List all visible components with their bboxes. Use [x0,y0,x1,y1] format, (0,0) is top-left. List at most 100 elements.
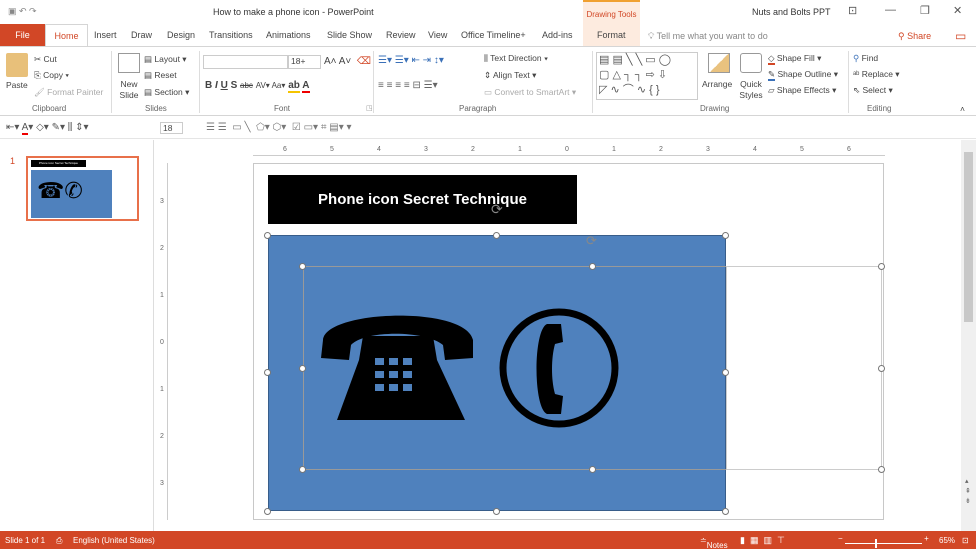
tab-home[interactable]: Home [45,24,88,46]
ruler-tick-label: 2 [160,433,164,440]
ruler-tick-label: 3 [160,198,164,205]
ruler-tick-label: 5 [330,146,334,153]
quick-styles-icon[interactable] [740,53,762,73]
resize-handle[interactable] [722,369,729,376]
shape-fill-button[interactable]: ◇ Shape Fill ▾ [768,53,821,65]
view-buttons[interactable]: ▮ ▦ ▥ ⊤ [740,535,785,546]
group-handle[interactable] [299,263,306,270]
bullets-icons[interactable]: ☰▾ ☰▾ ⇤ ⇥ ↕▾ [378,55,444,66]
tab-slide-show[interactable]: Slide Show [327,24,372,46]
tab-format[interactable]: Format [597,24,626,46]
rotate-handle-icon[interactable]: ⟳ [586,233,597,249]
zoom-slider[interactable]: − + [838,534,929,549]
title-bar: ▣ ↶ ↷ How to make a phone icon - PowerPo… [0,0,976,24]
comments-icon[interactable]: ▭ [955,29,966,43]
copy-button[interactable]: ⎘ Copy ▾ [34,70,69,81]
group-handle[interactable] [299,466,306,473]
arrange-icon[interactable] [708,53,730,73]
slide-count: Slide 1 of 1 [5,536,46,545]
resize-handle[interactable] [722,508,729,515]
replace-button[interactable]: ᵃᵇ Replace ▾ [853,69,900,80]
close-icon[interactable]: ✕ [953,4,962,17]
minimize-icon[interactable]: — [885,4,896,16]
cut-button[interactable]: ✂ Cut [34,54,57,65]
group-handle[interactable] [589,263,596,270]
resize-handle[interactable] [264,369,271,376]
tab-add-ins[interactable]: Add-ins [542,24,573,46]
convert-smartart-button[interactable]: ▭ Convert to SmartArt ▾ [484,87,576,98]
layout-label: Layout [154,54,180,64]
paste-icon[interactable] [6,53,28,77]
collapse-ribbon-icon[interactable]: ˄ [960,104,965,114]
format-painter-button[interactable]: 🖌︎ Format Painter [34,87,103,98]
language[interactable]: English (United States) [73,536,155,545]
phone-handset-circle-icon [499,308,619,428]
font-format-buttons[interactable]: B I U S abc AV▾ Aa▾ ab A [205,80,310,93]
qat-font-size[interactable]: 18 [160,122,184,134]
font-grow-shrink-icons[interactable]: A˄ A˅ ⌫ [324,56,371,67]
text-direction-button[interactable]: ⫼ Text Direction ▾ [484,53,548,64]
user-name[interactable]: Nuts and Bolts PPT [752,7,831,17]
new-slide-button[interactable]: New Slide [116,79,142,101]
spell-check-icon[interactable]: ⎙ [56,536,62,546]
qat-shape-icons[interactable]: ☰ ☰ ▭ ╲ ⬠▾ ⬡▾ ☑ ▭▾ ⌗ ▤▾ ▾ [206,122,352,133]
ribbon-display-icon[interactable]: ⊡ [848,4,857,17]
resize-handle[interactable] [493,232,500,239]
scroll-page-arrows[interactable]: ▴ ⇞ ⇟ [965,477,971,507]
font-name-select[interactable] [203,55,288,69]
ruler-tick-label: 3 [706,146,710,153]
person-icon: ⚲ [898,31,908,41]
notes-button[interactable]: ≐ Notes [700,536,728,550]
group-handle[interactable] [878,466,885,473]
rotate-handle-icon[interactable]: ⟳ [491,201,503,218]
restore-icon[interactable]: ❐ [920,4,930,17]
resize-handle[interactable] [264,232,271,239]
resize-handle[interactable] [493,508,500,515]
group-handle[interactable] [299,365,306,372]
group-handle[interactable] [589,466,596,473]
tab-office-timeline[interactable]: Office Timeline+ [461,24,526,46]
shape-effects-button[interactable]: ▱ Shape Effects ▾ [768,85,836,96]
shape-outline-button[interactable]: ✎ Shape Outline ▾ [768,69,838,81]
tab-animations[interactable]: Animations [266,24,311,46]
tab-draw[interactable]: Draw [131,24,152,46]
save-icon[interactable]: ▣ ↶ ↷ [8,6,37,17]
resize-handle[interactable] [264,508,271,515]
ruler-tick-label: 4 [377,146,381,153]
layout-button[interactable]: ▤ Layout ▾ [144,54,187,65]
find-button[interactable]: ⚲ Find [853,53,878,64]
font-size-select[interactable]: 18+ [288,55,321,69]
tab-review[interactable]: Review [386,24,416,46]
slide-title[interactable]: Phone icon Secret Technique [268,175,577,224]
select-button[interactable]: ⇖ Select ▾ [853,85,893,96]
qat-formatting-icons[interactable]: ⇤▾ A▾ ◇▾ ✎▾ ⫼ ⇕▾ [6,122,89,135]
tab-view[interactable]: View [428,24,447,46]
tell-me-input[interactable]: 💡︎ Tell me what you want to do [648,31,768,42]
group-handle[interactable] [878,263,885,270]
align-text-button[interactable]: ⇕ Align Text ▾ [484,70,536,81]
reset-button[interactable]: ▤ Reset [144,70,177,81]
tab-transitions[interactable]: Transitions [209,24,253,46]
scrollbar-thumb[interactable] [964,152,973,322]
dialog-launcher-icon[interactable]: ◳ [366,104,373,112]
share-button[interactable]: ⚲ Share [898,31,931,42]
vertical-scrollbar[interactable]: ▴ ⇞ ⇟ [961,140,976,531]
alignment-icons[interactable]: ≡ ≡ ≡ ≡ ⊟ ☰▾ [378,80,438,91]
font-group-label: Font [274,104,291,113]
group-handle[interactable] [878,365,885,372]
ruler-tick-label: 2 [659,146,663,153]
shapes-gallery[interactable]: ▤ ▤ ╲ ╲ ▭ ◯ ▢ △ ┐ ┐ ⇨ ⇩ ◸ ∿ ⌒ ∿ { } [596,52,698,100]
resize-handle[interactable] [722,232,729,239]
tab-file[interactable]: File [0,24,45,46]
tab-insert[interactable]: Insert [94,24,117,46]
slide-thumbnail[interactable]: Phone icon Secret Technique ☎✆ [26,156,139,221]
align-text-label: Align Text [493,70,530,80]
arrange-button[interactable]: Arrange [702,79,732,89]
new-slide-icon[interactable] [118,53,140,73]
tab-design[interactable]: Design [167,24,195,46]
paste-button[interactable]: Paste [6,80,28,90]
quick-styles-button[interactable]: Quick Styles [738,79,764,101]
fit-slide-icon[interactable]: ⊡ [962,536,969,545]
section-button[interactable]: ▤ Section ▾ [144,87,189,98]
zoom-level[interactable]: 65% [939,536,955,545]
